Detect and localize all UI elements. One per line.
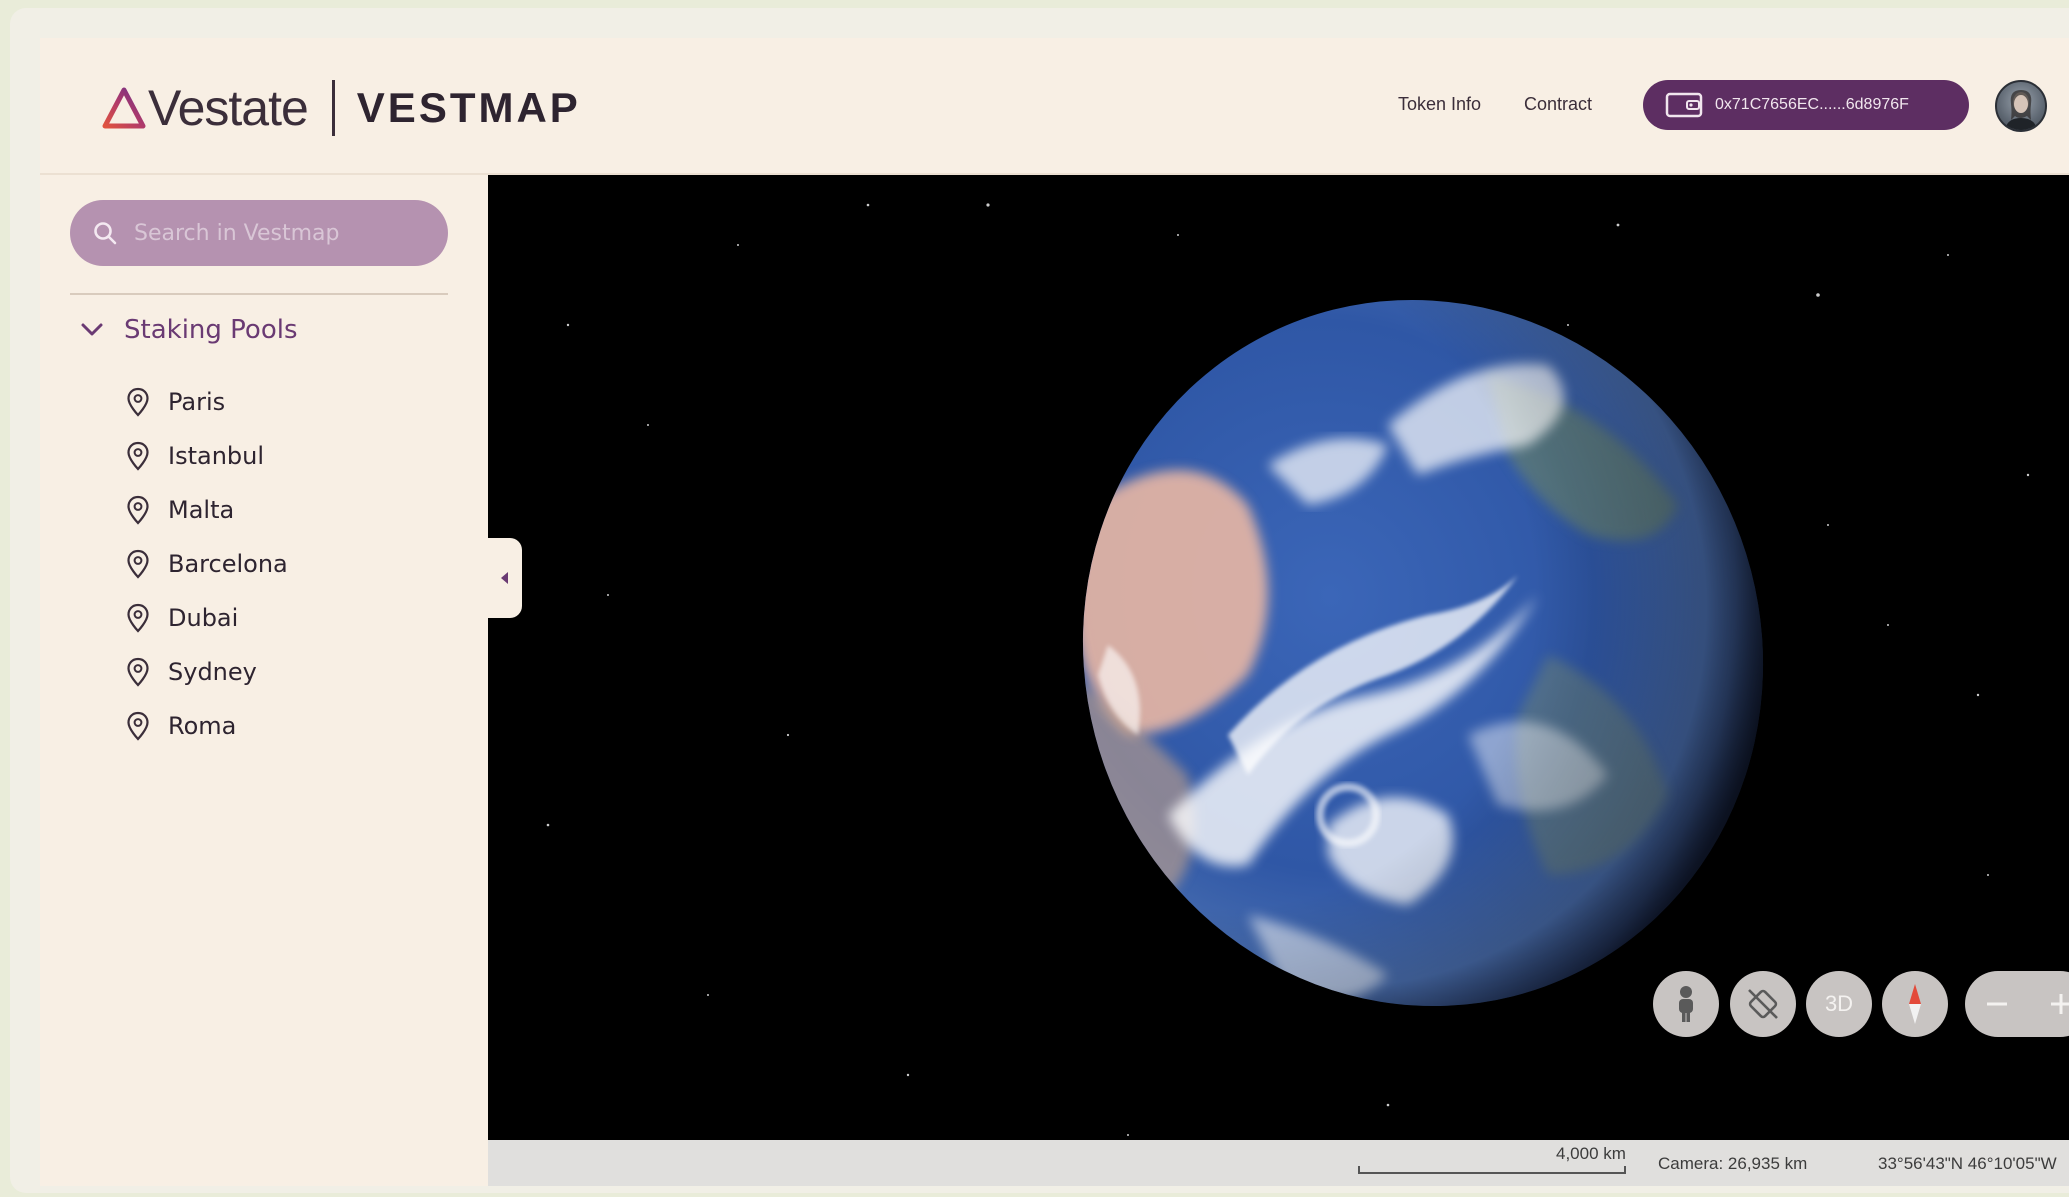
globe-map-viewport[interactable]: 3D [488, 175, 2069, 1186]
pool-label: Barcelona [168, 550, 288, 578]
location-pin-icon [127, 657, 149, 687]
pool-label: Sydney [168, 658, 257, 686]
wallet-button[interactable]: 0x71C7656EC......6d8976F [1643, 80, 1969, 130]
wallet-icon [1665, 92, 1703, 118]
search-input[interactable] [132, 219, 436, 247]
pool-label: Dubai [168, 604, 239, 632]
3d-label: 3D [1824, 991, 1854, 1016]
pegman-icon [1679, 986, 1693, 1022]
location-pin-icon [127, 495, 149, 525]
zoom-control [1965, 971, 2069, 1037]
pool-label: Istanbul [168, 442, 265, 470]
rotate-off-icon [1748, 989, 1778, 1019]
location-pin-icon [127, 387, 149, 417]
top-header: Vestate VESTMAP Token Info Contract 0x71… [40, 38, 2069, 175]
pool-item-paris[interactable]: Paris [126, 375, 288, 429]
compass-button[interactable] [1882, 971, 1948, 1037]
zoom-in-icon [2051, 994, 2069, 1014]
3d-view-button[interactable]: 3D [1806, 971, 1872, 1037]
pool-label: Roma [168, 712, 237, 740]
pool-item-istanbul[interactable]: Istanbul [126, 429, 288, 483]
brand-name: Vestate [148, 80, 309, 136]
pool-item-dubai[interactable]: Dubai [126, 591, 288, 645]
chevron-down-icon [81, 323, 103, 336]
nav-token-info[interactable]: Token Info [1398, 94, 1481, 115]
triangle-logo-icon [102, 87, 146, 129]
location-pin-icon [127, 711, 149, 741]
pool-item-barcelona[interactable]: Barcelona [126, 537, 288, 591]
sidebar: Staking Pools Paris Istanbul Malta Bar [40, 175, 488, 1186]
nav-contract[interactable]: Contract [1524, 94, 1592, 115]
pool-item-sydney[interactable]: Sydney [126, 645, 288, 699]
wallet-address: 0x71C7656EC......6d8976F [1715, 96, 1909, 113]
staking-pool-list: Paris Istanbul Malta Barcelona Dubai Syd… [126, 375, 288, 753]
staking-pools-title: Staking Pools [124, 315, 298, 345]
zoom-in-button[interactable] [2036, 979, 2069, 1029]
logo-divider [331, 80, 335, 136]
cursor-coordinates: 33°56'43"N 46°10'05"W [1878, 1154, 2057, 1173]
scale-label: 4,000 km [1556, 1144, 1626, 1163]
sidebar-divider [70, 293, 448, 295]
rotate-toggle-button[interactable] [1730, 971, 1796, 1037]
camera-altitude: Camera: 26,935 km [1658, 1154, 1808, 1173]
user-avatar[interactable] [1995, 80, 2047, 132]
scale-bar [1358, 1166, 1626, 1174]
location-pin-icon [127, 441, 149, 471]
street-view-button[interactable] [1653, 971, 1719, 1037]
user-avatar-image [2005, 90, 2037, 130]
window-frame: Vestate VESTMAP Token Info Contract 0x71… [10, 8, 2069, 1193]
collapse-sidebar-button[interactable] [488, 538, 522, 618]
staking-pools-toggle[interactable]: Staking Pools [80, 315, 298, 345]
vestmap-app: Vestate VESTMAP Token Info Contract 0x71… [40, 38, 2069, 1186]
caret-left-icon [501, 572, 508, 584]
location-pin-icon [127, 549, 149, 579]
pool-item-malta[interactable]: Malta [126, 483, 288, 537]
product-name: VESTMAP [356, 84, 581, 131]
map-status-bar: 4,000 km Camera: 26,935 km 33°56'43"N 46… [488, 1140, 2069, 1186]
location-pin-icon [127, 603, 149, 633]
brand-logo[interactable]: Vestate VESTMAP [102, 78, 581, 138]
pool-label: Malta [168, 496, 235, 524]
zoom-out-icon [1987, 1002, 2007, 1006]
earth-globe [1068, 299, 1764, 1007]
compass-icon [1909, 984, 1921, 1024]
search-icon [94, 222, 117, 245]
search-box[interactable] [70, 200, 448, 266]
zoom-out-button[interactable] [1972, 979, 2022, 1029]
pool-item-roma[interactable]: Roma [126, 699, 288, 753]
pool-label: Paris [168, 388, 226, 416]
